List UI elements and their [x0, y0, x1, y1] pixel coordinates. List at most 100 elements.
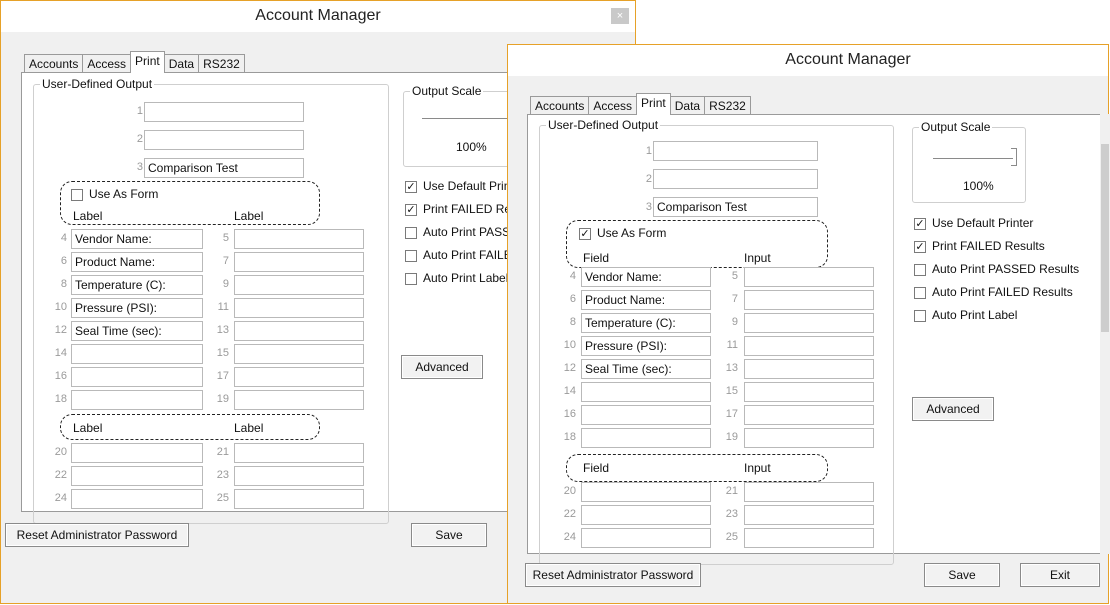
field-name-input[interactable] [581, 482, 711, 502]
field-name-input[interactable] [581, 528, 711, 548]
reset-admin-password-button[interactable]: Reset Administrator Password [525, 563, 701, 587]
row-number: 1 [136, 105, 143, 117]
field-name-input[interactable] [71, 443, 203, 463]
save-button[interactable]: Save [924, 563, 1000, 587]
advanced-button[interactable]: Advanced [401, 355, 483, 379]
field-name-input[interactable]: Temperature (C): [71, 275, 203, 295]
field-name-input[interactable]: Pressure (PSI): [581, 336, 711, 356]
option-checkbox[interactable]: ✓ [914, 218, 926, 230]
exit-button[interactable]: Exit [1020, 563, 1100, 587]
option-checkbox[interactable] [405, 250, 417, 262]
field-name-input[interactable] [71, 367, 203, 387]
field-value-input[interactable] [234, 390, 364, 410]
option-checkbox[interactable] [914, 264, 926, 276]
field-name-input[interactable] [71, 390, 203, 410]
field-value-input[interactable] [234, 229, 364, 249]
field-value-input[interactable] [234, 367, 364, 387]
option-checkbox[interactable]: ✓ [405, 181, 417, 193]
option-label: Use Default Prin [423, 179, 511, 193]
field-value-input[interactable] [744, 482, 874, 502]
field-name-input[interactable] [581, 405, 711, 425]
field-value-input[interactable] [744, 428, 874, 448]
output-line-1-field[interactable] [144, 102, 304, 122]
field-name-input[interactable]: Product Name: [71, 252, 203, 272]
field-name-input[interactable]: Vendor Name: [581, 267, 711, 287]
vertical-scrollbar[interactable] [1100, 114, 1110, 554]
tab-accounts[interactable]: Accounts [24, 54, 84, 73]
field-name-input[interactable]: Seal Time (sec): [71, 321, 203, 341]
tab-data[interactable]: Data [163, 54, 200, 73]
output-scale-slider-track[interactable] [422, 118, 512, 119]
field-value-input[interactable] [234, 466, 364, 486]
tab-rs232[interactable]: RS232 [704, 96, 751, 115]
reset-admin-password-button[interactable]: Reset Administrator Password [5, 523, 189, 547]
save-button[interactable]: Save [411, 523, 487, 547]
tab-print[interactable]: Print [130, 51, 165, 73]
field-value-input[interactable] [744, 405, 874, 425]
row-number: 2 [136, 133, 143, 145]
tab-bar: Accounts Access Print Data RS232 [530, 93, 751, 115]
tab-data[interactable]: Data [669, 96, 706, 115]
field-value-input[interactable] [744, 359, 874, 379]
option-checkbox[interactable] [405, 273, 417, 285]
field-name-input[interactable] [581, 505, 711, 525]
field-name-input[interactable] [71, 489, 203, 509]
field-name-input[interactable]: Pressure (PSI): [71, 298, 203, 318]
column-header-left: Label [73, 209, 103, 223]
field-value-input[interactable] [234, 344, 364, 364]
output-line-1-field[interactable] [653, 141, 818, 161]
output-line-3-field[interactable]: Comparison Test [144, 158, 304, 178]
field-name-input[interactable] [71, 466, 203, 486]
lower-column-header-left: Label [73, 421, 103, 435]
field-name-input[interactable]: Temperature (C): [581, 313, 711, 333]
row-number: 11 [217, 301, 229, 313]
scrollbar-thumb[interactable] [1101, 144, 1109, 332]
field-name-input[interactable] [581, 382, 711, 402]
field-value-input[interactable] [744, 313, 874, 333]
field-value-input[interactable] [744, 267, 874, 287]
option-checkbox[interactable] [914, 310, 926, 322]
output-line-2-field[interactable] [144, 130, 304, 150]
field-name-input[interactable] [71, 344, 203, 364]
output-line-3-field[interactable]: Comparison Test [653, 197, 818, 217]
row-number: 4 [60, 232, 67, 244]
tab-accounts[interactable]: Accounts [530, 96, 590, 115]
row-number: 20 [563, 485, 576, 497]
close-icon[interactable]: × [611, 8, 629, 24]
advanced-button[interactable]: Advanced [912, 397, 994, 421]
output-scale-slider-track[interactable] [933, 158, 1013, 159]
option-checkbox[interactable]: ✓ [914, 241, 926, 253]
output-scale-value: 100% [456, 140, 487, 154]
tab-rs232[interactable]: RS232 [198, 54, 245, 73]
field-name-input[interactable] [581, 428, 711, 448]
tab-access[interactable]: Access [588, 96, 638, 115]
field-value-input[interactable] [234, 252, 364, 272]
option-label: Auto Print PASSED Results [932, 262, 1080, 276]
column-header-left: Field [583, 251, 610, 265]
field-name-input[interactable]: Seal Time (sec): [581, 359, 711, 379]
output-scale-slider-thumb[interactable] [1011, 148, 1017, 166]
option-checkbox[interactable] [914, 287, 926, 299]
row-number: 6 [569, 293, 576, 305]
window-title: Account Manager [508, 45, 1108, 76]
field-name-input[interactable]: Product Name: [581, 290, 711, 310]
option-checkbox[interactable] [405, 227, 417, 239]
use-as-form-checkbox[interactable]: ✓ [579, 228, 591, 240]
field-value-input[interactable] [744, 382, 874, 402]
field-value-input[interactable] [234, 275, 364, 295]
tab-access[interactable]: Access [82, 54, 132, 73]
field-value-input[interactable] [744, 505, 874, 525]
use-as-form-checkbox[interactable] [71, 189, 83, 201]
field-value-input[interactable] [234, 321, 364, 341]
option-checkbox[interactable]: ✓ [405, 204, 417, 216]
field-value-input[interactable] [234, 489, 364, 509]
field-value-input[interactable] [744, 528, 874, 548]
field-value-input[interactable] [744, 290, 874, 310]
field-value-input[interactable] [234, 298, 364, 318]
tab-print[interactable]: Print [636, 93, 671, 115]
output-line-2-field[interactable] [653, 169, 818, 189]
output-scale-group: Output Scale 100% [912, 120, 1026, 203]
field-name-input[interactable]: Vendor Name: [71, 229, 203, 249]
field-value-input[interactable] [234, 443, 364, 463]
field-value-input[interactable] [744, 336, 874, 356]
